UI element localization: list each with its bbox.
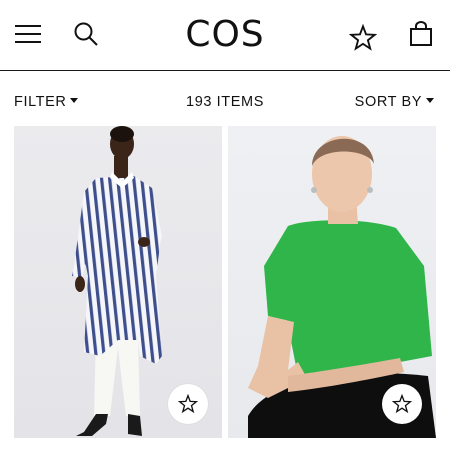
filter-label: FILTER (14, 94, 67, 110)
filter-button[interactable]: FILTER (14, 94, 79, 110)
star-icon (349, 24, 377, 51)
star-icon (178, 394, 198, 414)
top-header: COS (0, 0, 450, 71)
brand-logo[interactable]: COS (0, 14, 450, 55)
wishlist-button[interactable] (168, 384, 208, 424)
product-grid (14, 126, 436, 438)
star-icon (392, 394, 412, 414)
listing-toolbar: FILTER 193 ITEMS SORT BY (0, 72, 450, 126)
sort-label: SORT BY (354, 94, 422, 110)
bag-icon (410, 21, 432, 46)
bag-button[interactable] (405, 18, 437, 50)
wishlist-button[interactable] (382, 384, 422, 424)
caret-down-icon (70, 98, 79, 103)
product-card[interactable] (228, 126, 436, 438)
caret-down-icon (426, 98, 434, 103)
favorites-button[interactable] (347, 22, 379, 54)
product-card[interactable] (14, 126, 222, 438)
sort-by-button[interactable]: SORT BY (355, 94, 434, 110)
